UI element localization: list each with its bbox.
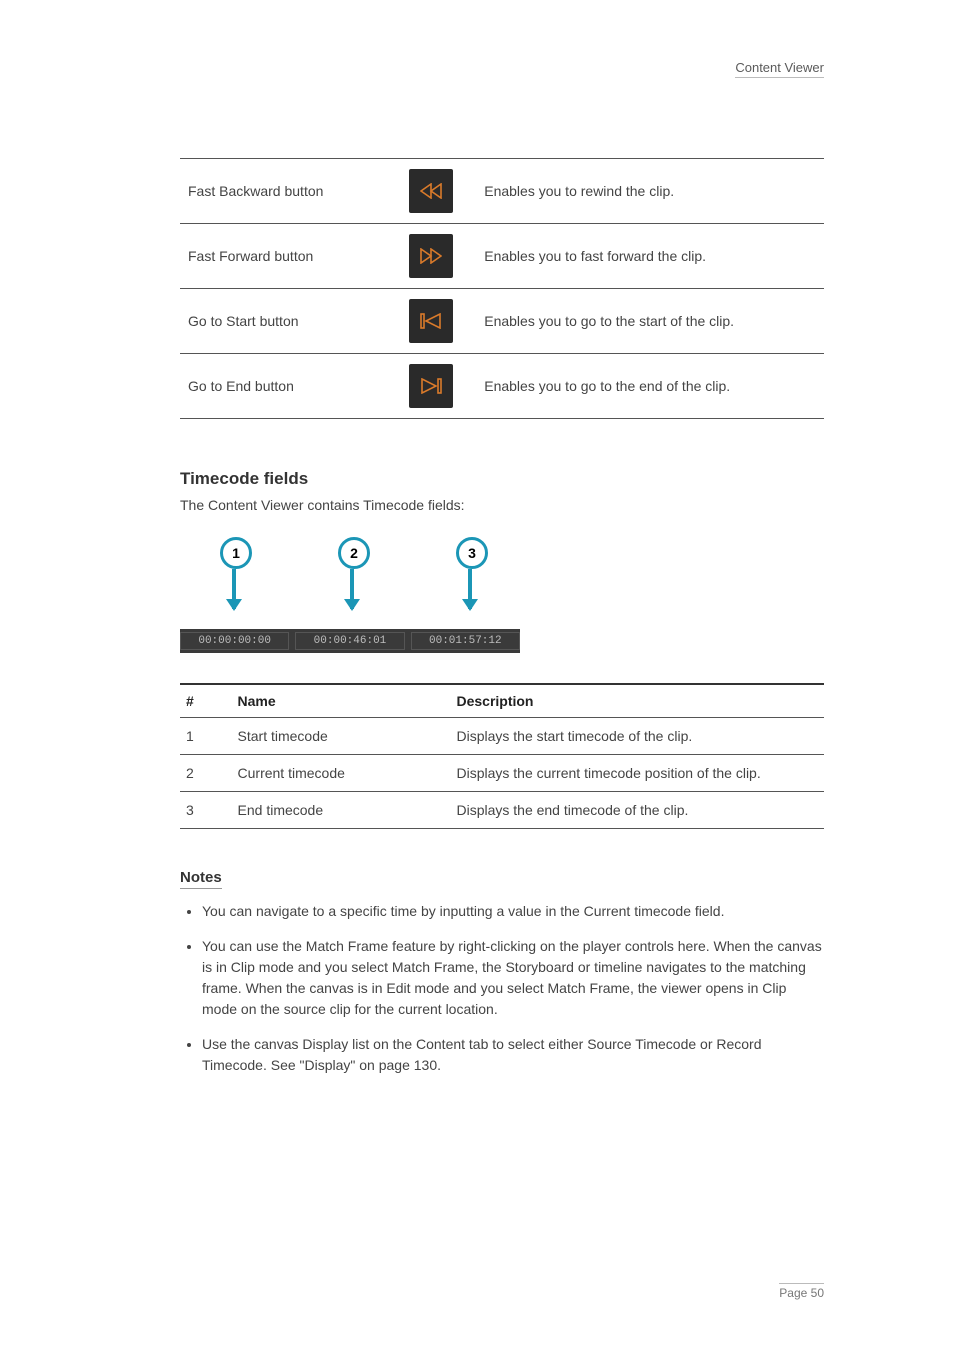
table-cell: Displays the end timecode of the clip. xyxy=(450,792,824,829)
button-label: Fast Forward button xyxy=(180,224,386,289)
go-to-end-icon xyxy=(409,364,453,408)
fast-forward-icon xyxy=(409,234,453,278)
note-item: You can use the Match Frame feature by r… xyxy=(202,936,824,1020)
table-cell: End timecode xyxy=(232,792,451,829)
timecode-heading: Timecode fields xyxy=(180,469,824,489)
table-header: # xyxy=(180,684,232,718)
notes-heading: Notes xyxy=(180,869,222,889)
table-header: Name xyxy=(232,684,451,718)
start-timecode-field[interactable]: 00:00:00:00 xyxy=(180,632,289,650)
table-cell: 1 xyxy=(180,718,232,755)
page-footer: Page 50 xyxy=(779,1283,824,1300)
note-item: You can navigate to a specific time by i… xyxy=(202,901,824,922)
note-item: Use the canvas Display list on the Conte… xyxy=(202,1034,824,1076)
table-cell: Current timecode xyxy=(232,755,451,792)
button-label: Fast Backward button xyxy=(180,159,386,224)
table-header: Description xyxy=(450,684,824,718)
button-label: Go to Start button xyxy=(180,289,386,354)
page-header: Content Viewer xyxy=(735,60,824,78)
button-desc: Enables you to fast forward the clip. xyxy=(476,224,824,289)
callout-number: 3 xyxy=(456,537,488,569)
current-timecode-field[interactable]: 00:00:46:01 xyxy=(295,632,404,650)
player-buttons-table: Fast Backward button Enables you to rewi… xyxy=(180,158,824,419)
table-cell: 2 xyxy=(180,755,232,792)
callout-number: 1 xyxy=(220,537,252,569)
callout-number: 2 xyxy=(338,537,370,569)
button-desc: Enables you to go to the end of the clip… xyxy=(476,354,824,419)
fast-backward-icon xyxy=(409,169,453,213)
table-cell: Displays the current timecode position o… xyxy=(450,755,824,792)
table-cell: Displays the start timecode of the clip. xyxy=(450,718,824,755)
notes-list: You can navigate to a specific time by i… xyxy=(180,901,824,1076)
button-label: Go to End button xyxy=(180,354,386,419)
button-desc: Enables you to rewind the clip. xyxy=(476,159,824,224)
table-row: 2 Current timecode Displays the current … xyxy=(180,755,824,792)
timecode-description-table: # Name Description 1 Start timecode Disp… xyxy=(180,683,824,829)
table-cell: Start timecode xyxy=(232,718,451,755)
timecode-figure: 1 2 3 00:00:00:00 00:00:46:01 00:01:57:1… xyxy=(180,537,520,653)
timecode-intro: The Content Viewer contains Timecode fie… xyxy=(180,497,824,513)
end-timecode-field[interactable]: 00:01:57:12 xyxy=(411,632,520,650)
button-desc: Enables you to go to the start of the cl… xyxy=(476,289,824,354)
table-row: 3 End timecode Displays the end timecode… xyxy=(180,792,824,829)
go-to-start-icon xyxy=(409,299,453,343)
table-row: 1 Start timecode Displays the start time… xyxy=(180,718,824,755)
table-cell: 3 xyxy=(180,792,232,829)
